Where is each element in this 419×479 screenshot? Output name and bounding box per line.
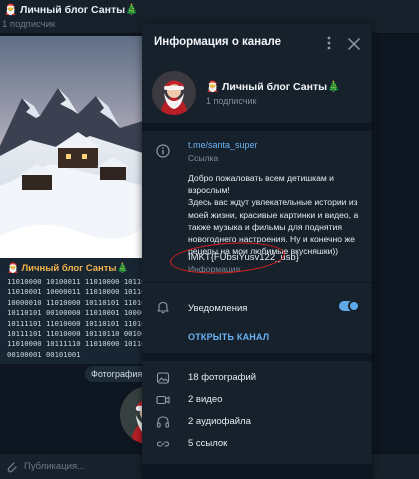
info-icon (156, 144, 170, 163)
description-line: Здесь вас ждут увлекательные истории из (188, 197, 358, 208)
notifications-toggle[interactable] (339, 300, 360, 312)
media-row-links[interactable]: 5 ссылок (142, 433, 372, 455)
channel-avatar[interactable] (152, 71, 196, 115)
santa-avatar-image (152, 71, 196, 115)
media-count-label: 2 видео (188, 394, 223, 405)
chat-subscriber-count: 1 подписчик (2, 19, 56, 30)
description-line: Добро пожаловать всем детишкам и (188, 173, 334, 183)
section-divider (142, 123, 372, 131)
video-icon (156, 393, 170, 412)
notifications-label: Уведомления (188, 303, 248, 314)
audio-file-icon (156, 415, 170, 434)
channel-post[interactable]: 🎅 Личный блог Санты🎄 11010000 10100011 1… (0, 36, 146, 364)
media-count-label: 5 ссылок (188, 438, 228, 449)
post-text: 11010000 10100011 11010000 10110101 1101… (7, 277, 146, 359)
section-separator (142, 282, 372, 289)
channel-info-dialog: Информация о канале 🎅 Личный блог Санты🎄… (142, 24, 372, 479)
more-options-icon[interactable] (325, 36, 333, 55)
description-line: взрослым! (188, 185, 230, 196)
link-icon (156, 437, 170, 456)
photo-icon (156, 371, 170, 390)
description-line: также музыка и фильмы для поднятия (188, 221, 342, 232)
media-row-audio[interactable]: 2 аудиофайла (142, 411, 372, 433)
channel-name: 🎅 Личный блог Санты🎄 (206, 81, 341, 93)
link-caption: Ссылка (188, 153, 219, 163)
post-photo[interactable] (0, 36, 146, 258)
close-icon[interactable] (348, 37, 360, 55)
media-count-label: 18 фотографий (188, 372, 257, 383)
flag-text: IMKT{FUbsiYusv122_usb} (188, 252, 299, 263)
post-title: 🎅 Личный блог Санты🎄 (7, 263, 129, 274)
description-line: новогоднего настроения. Ну и конечно же (188, 234, 355, 245)
media-row-videos[interactable]: 2 видео (142, 389, 372, 411)
dialog-title: Информация о канале (154, 36, 282, 48)
open-channel-button[interactable]: ОТКРЫТЬ КАНАЛ (188, 332, 269, 342)
section-divider (142, 353, 372, 361)
composer-input[interactable]: Публикация... (24, 461, 85, 472)
media-count-label: 2 аудиофайла (188, 416, 251, 427)
section-divider (142, 464, 372, 479)
bell-icon (156, 300, 170, 319)
channel-description[interactable]: Добро пожаловать всем детишкам и взрослы… (188, 172, 368, 257)
description-line: моей жизни, красивые картинки и видео, а (188, 209, 359, 220)
toggle-knob (348, 300, 360, 312)
attach-clip-icon[interactable] (4, 459, 18, 479)
chat-title[interactable]: 🎅 Личный блог Санты🎄 (4, 3, 138, 16)
mountain-landscape-image (0, 36, 146, 258)
subscriber-count: 1 подписчик (206, 96, 257, 106)
media-row-photos[interactable]: 18 фотографий (142, 367, 372, 389)
description-caption: Информация (188, 264, 241, 274)
channel-link[interactable]: t.me/santa_super (188, 140, 258, 150)
